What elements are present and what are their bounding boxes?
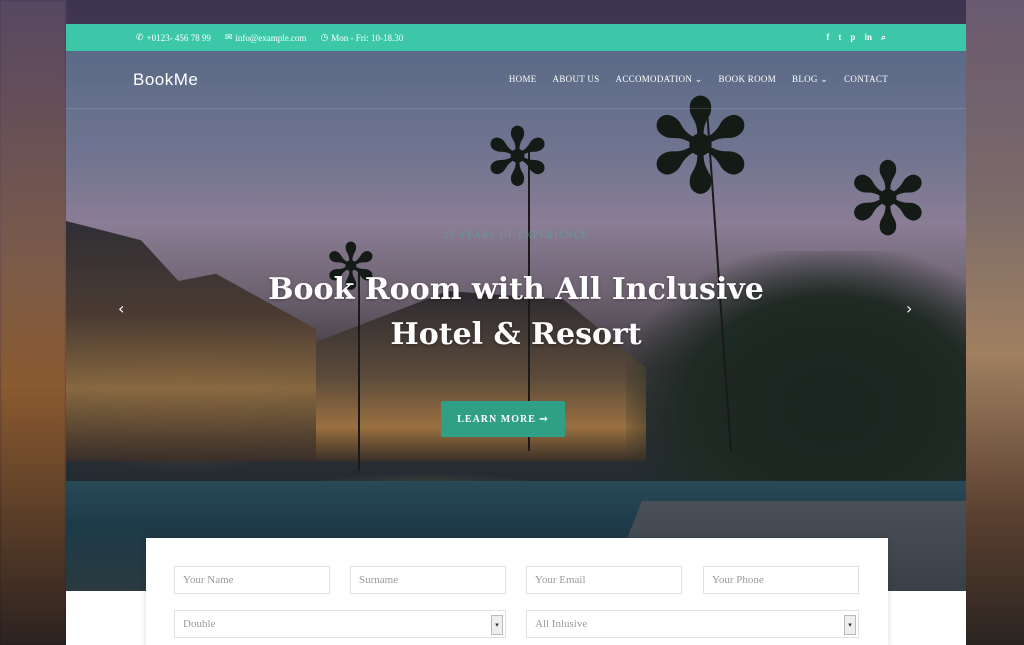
backdrop-left (0, 0, 66, 645)
phone-info: ✆ +0123- 456 78 99 (136, 32, 211, 43)
phone-placeholder: Your Phone (712, 574, 764, 586)
email-field[interactable]: Your Email (526, 566, 682, 594)
room-type-value: Double (183, 618, 216, 630)
package-value: All Inlusive (535, 618, 588, 630)
hero-eyebrow: 25 YEARS OF EXPERIENCE (443, 230, 589, 240)
room-type-select[interactable]: Double ▾ (174, 610, 506, 638)
envelope-icon: ✉ (224, 32, 233, 42)
phone-text: +0123- 456 78 99 (146, 32, 211, 43)
top-bar: ✆ +0123- 456 78 99 ✉ info@example.com ◷ Mon… (66, 24, 966, 51)
nav-accomodation[interactable]: ACCOMODATION ⌄ (616, 74, 703, 85)
package-select[interactable]: All Inlusive ▾ (526, 610, 859, 638)
website-frame: ✆ +0123- 456 78 99 ✉ info@example.com ◷ Mon… (66, 24, 966, 645)
learn-more-button[interactable]: LEARN MORE ➞ (441, 401, 565, 437)
logo[interactable]: BookMe (133, 70, 198, 90)
hero-content: 25 YEARS OF EXPERIENCE Book Room with Al… (66, 109, 966, 591)
surname-placeholder: Surname (359, 574, 399, 586)
nav-contact[interactable]: CONTACT (844, 74, 888, 85)
slider-next-icon[interactable]: › (906, 299, 912, 318)
surname-field[interactable]: Surname (350, 566, 506, 594)
search-icon[interactable]: ⌕ (881, 32, 886, 43)
nav-blog[interactable]: BLOG ⌄ (792, 74, 828, 85)
slider-prev-icon[interactable]: ‹ (118, 299, 124, 318)
phone-icon: ✆ (136, 32, 144, 42)
twitter-icon[interactable]: t (838, 32, 841, 43)
hero-headline: Book Room with All Inclusive Hotel & Res… (66, 267, 966, 357)
nav-home[interactable]: HOME (509, 74, 537, 85)
nav-book-room[interactable]: BOOK ROOM (719, 74, 776, 85)
name-placeholder: Your Name (183, 574, 234, 586)
facebook-icon[interactable]: f (826, 32, 829, 43)
chevron-down-icon[interactable]: ▾ (844, 615, 856, 635)
main-nav: BookMe HOME ABOUT US ACCOMODATION ⌄ BOOK… (66, 51, 966, 109)
nav-about-us[interactable]: ABOUT US (553, 74, 600, 85)
email-info: ✉ info@example.com (225, 32, 307, 43)
pinterest-icon[interactable]: p (850, 32, 855, 43)
clock-icon: ◷ (320, 32, 329, 42)
headline-line-2: Hotel & Resort (390, 317, 642, 352)
headline-line-1: Book Room with All Inclusive (268, 272, 764, 307)
hours-info: ◷ Mon - Fri: 10-18.30 (320, 32, 403, 43)
email-text[interactable]: info@example.com (235, 33, 306, 43)
linkedin-icon[interactable]: in (864, 32, 872, 43)
phone-field[interactable]: Your Phone (703, 566, 859, 594)
email-placeholder: Your Email (535, 574, 586, 586)
chevron-down-icon[interactable]: ▾ (491, 615, 503, 635)
hours-text: Mon - Fri: 10-18.30 (331, 32, 404, 43)
booking-form: Your Name Surname Your Email Your Phone … (146, 538, 888, 645)
name-field[interactable]: Your Name (174, 566, 330, 594)
backdrop-right (966, 0, 1024, 645)
